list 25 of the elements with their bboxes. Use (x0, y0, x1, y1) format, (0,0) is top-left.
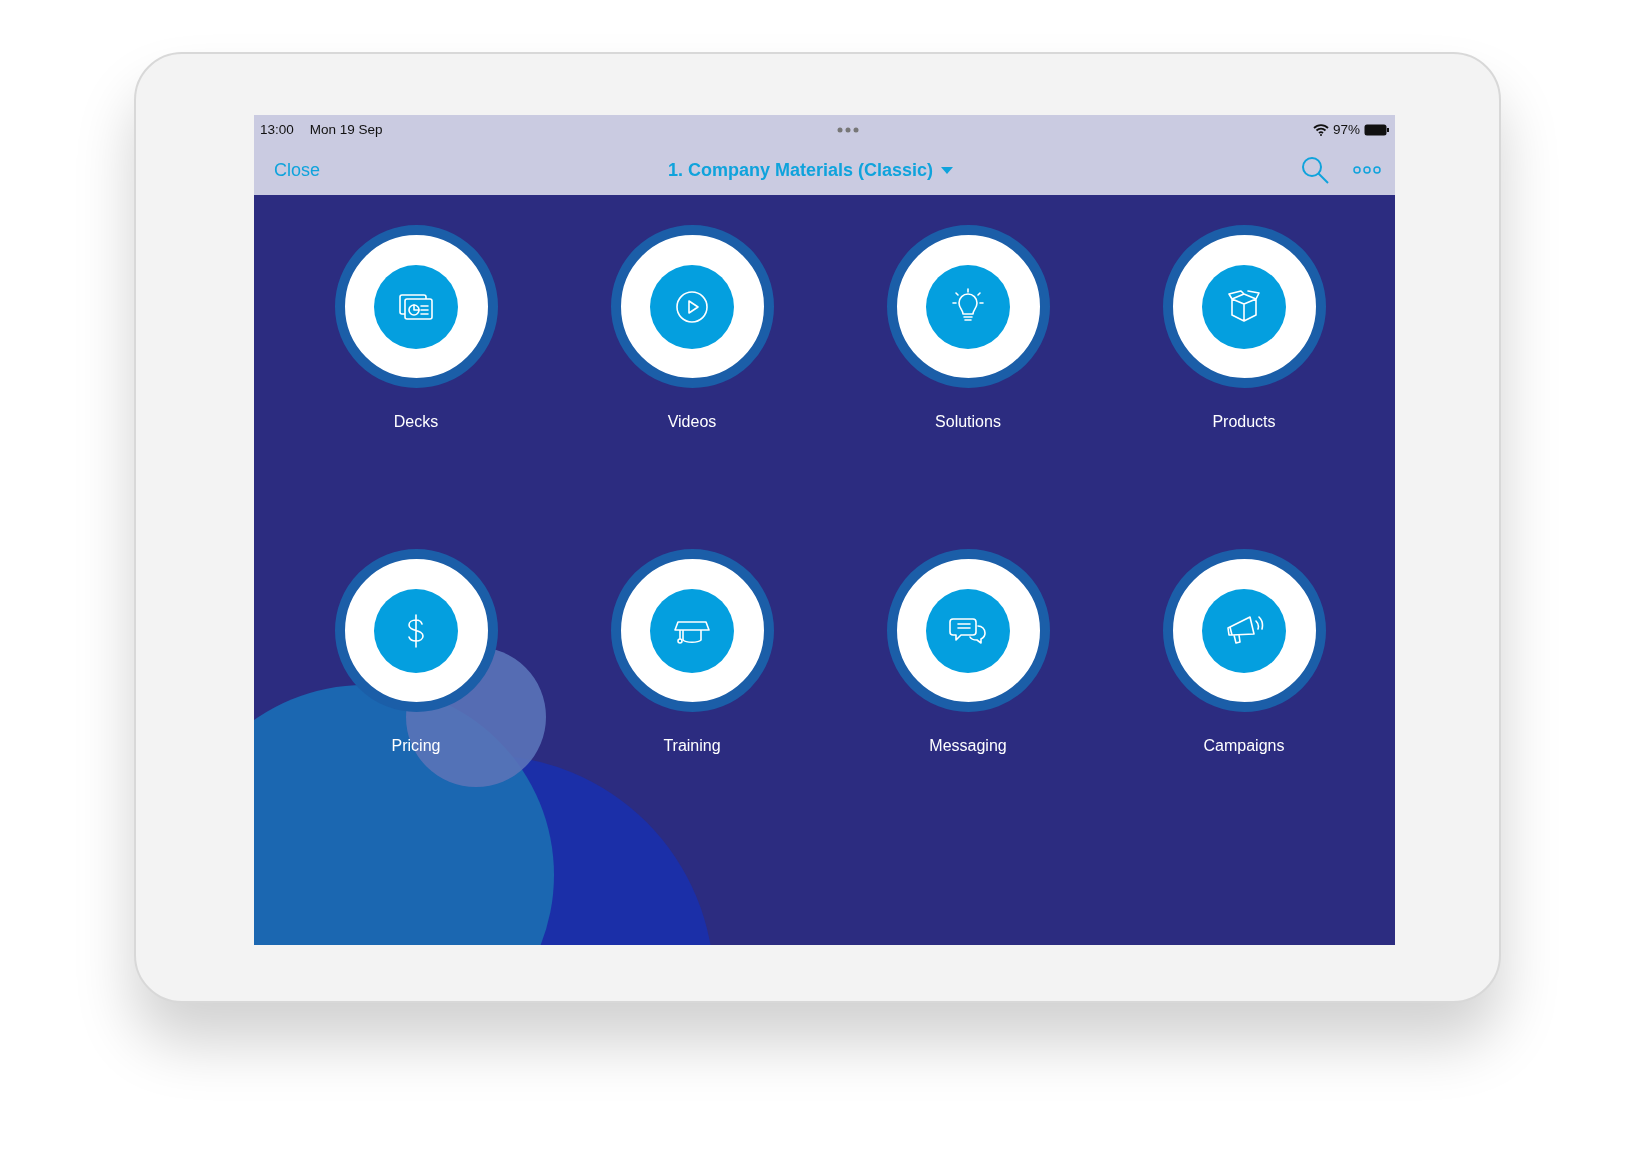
category-tile[interactable]: Decks (278, 225, 554, 434)
tile-label: Campaigns (1203, 736, 1285, 756)
category-tile[interactable]: Solutions (830, 225, 1106, 434)
category-tile[interactable]: Messaging (830, 549, 1106, 758)
tile-label: Pricing (391, 736, 441, 756)
category-tile[interactable]: Campaigns (1106, 549, 1382, 758)
tile-label: Decks (393, 412, 439, 432)
caret-icon (941, 166, 954, 174)
tile-label: Messaging (929, 736, 1007, 756)
battery-icon (1364, 124, 1389, 136)
multitasking-dots-icon (835, 127, 860, 133)
wifi-icon (1312, 124, 1329, 136)
tile-label: Videos (667, 412, 717, 432)
search-icon[interactable] (1301, 156, 1329, 184)
battery-percentage: 97% (1332, 120, 1360, 139)
category-tile[interactable]: Videos (554, 225, 830, 434)
status-time: 13:00 (260, 120, 294, 139)
tile-label: Training (663, 736, 721, 756)
status-date: Mon 19 Sep (309, 120, 383, 139)
more-options-icon[interactable] (1353, 165, 1381, 175)
category-tile[interactable]: Products (1106, 225, 1382, 434)
category-tile[interactable]: Pricing (278, 549, 554, 758)
tile-label: Products (1212, 412, 1276, 432)
category-tile[interactable]: Training (554, 549, 830, 758)
tile-label: Solutions (935, 412, 1001, 432)
